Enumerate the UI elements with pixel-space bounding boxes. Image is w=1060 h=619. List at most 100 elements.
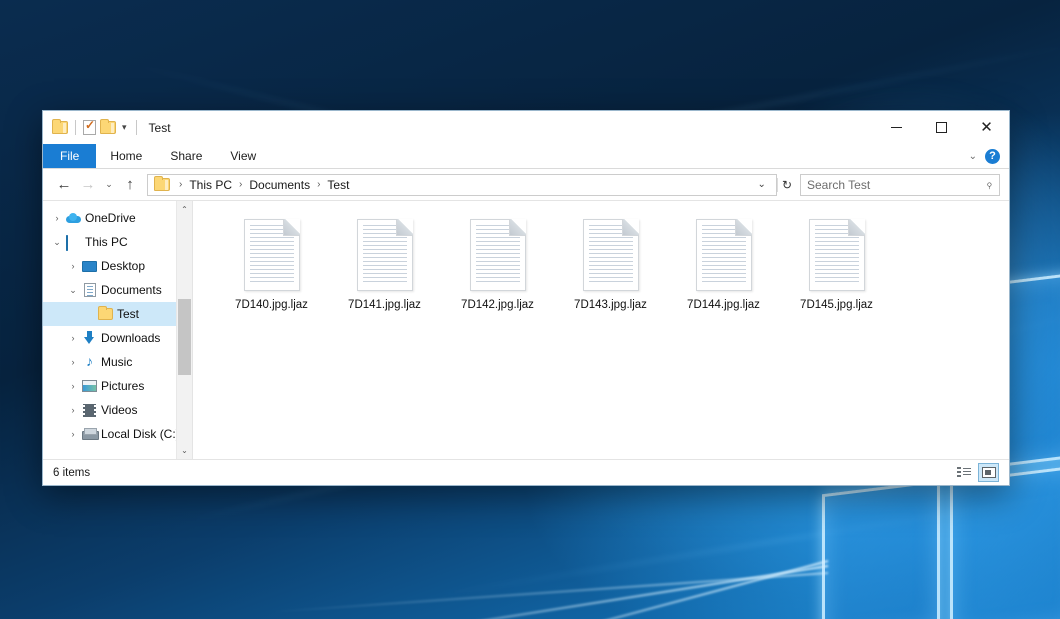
sidebar-item-this-pc[interactable]: ⌄ This PC [43,230,192,254]
generic-file-icon [809,219,865,291]
sidebar-item-pictures[interactable]: › Pictures [43,374,192,398]
window-title: Test [149,121,171,135]
desktop-icon [81,261,98,272]
sidebar-item-downloads[interactable]: ›Downloads [43,326,192,350]
breadcrumb[interactable]: › This PC › Documents › Test ⌄ [147,174,777,196]
documents-icon [81,283,98,297]
sidebar-item-label: Pictures [101,379,144,393]
recent-locations-button[interactable]: ⌄ [100,173,118,197]
windows-logo-pane [822,480,940,619]
downloads-icon [81,331,98,345]
sidebar-item-music[interactable]: ›♪Music [43,350,192,374]
file-item[interactable]: 7D141.jpg.ljaz [328,215,441,337]
properties-icon[interactable] [83,120,96,135]
details-view-icon [957,467,971,478]
breadcrumb-item-test[interactable]: Test [325,178,351,192]
file-name-label: 7D141.jpg.ljaz [348,299,421,311]
folder-icon [97,308,114,320]
folder-icon [154,178,170,191]
minimize-icon [891,127,902,128]
sidebar-item-label: OneDrive [85,211,136,225]
expand-toggle-icon[interactable]: ⌄ [49,238,65,247]
breadcrumb-item-this-pc[interactable]: This PC [187,178,234,192]
search-placeholder: Search Test [807,178,870,192]
sidebar-item-videos[interactable]: ›Videos [43,398,192,422]
ribbon-right-controls: ⌄ ? [969,144,1009,168]
music-icon: ♪ [81,355,98,369]
expand-toggle-icon[interactable]: › [49,214,65,223]
windows-logo-pane [950,465,1060,619]
file-list-pane[interactable]: 7D140.jpg.ljaz 7D141.jpg.ljaz 7D142.jpg.lj… [193,201,1009,459]
new-folder-icon[interactable] [100,121,116,134]
chevron-down-icon[interactable]: ⌄ [752,179,772,190]
search-icon[interactable]: ⌕ [982,177,997,192]
refresh-icon[interactable]: ↻ [777,178,796,192]
chevron-down-icon[interactable]: ▾ [120,123,129,132]
generic-file-icon [583,219,639,291]
sidebar-item-label: This PC [85,235,128,249]
tab-home[interactable]: Home [96,144,156,168]
file-item[interactable]: 7D140.jpg.ljaz [215,215,328,337]
scroll-up-button[interactable]: ⌃ [177,201,193,218]
scrollbar-track[interactable] [177,218,193,442]
desktop: ▾ Test ✕ File Home Share View ⌄ ? ← → [0,0,1060,619]
status-bar: 6 items [43,459,1009,485]
forward-button[interactable]: → [76,173,100,197]
tab-file[interactable]: File [43,144,96,168]
file-item[interactable]: 7D142.jpg.ljaz [441,215,554,337]
sidebar-item-documents[interactable]: ⌄ Documents [43,278,192,302]
file-name-label: 7D140.jpg.ljaz [235,299,308,311]
disk-icon [81,428,98,440]
chevron-down-icon[interactable]: ⌄ [969,151,977,162]
sidebar-item-label: Local Disk (C:) [101,427,180,441]
file-name-label: 7D142.jpg.ljaz [461,299,534,311]
maximize-button[interactable] [919,111,964,144]
pc-icon [65,236,82,248]
breadcrumb-separator: › [234,179,247,190]
pictures-icon [81,380,98,392]
tab-share[interactable]: Share [156,144,216,168]
expand-toggle-icon[interactable]: › [65,334,81,343]
item-count-label: 6 items [53,467,90,479]
sidebar-item-test[interactable]: Test [43,302,192,326]
expand-toggle-icon[interactable]: › [65,430,81,439]
folder-icon[interactable] [52,121,68,134]
file-item[interactable]: 7D145.jpg.ljaz [780,215,893,337]
expand-toggle-icon[interactable]: › [65,382,81,391]
close-button[interactable]: ✕ [964,111,1009,144]
file-item[interactable]: 7D144.jpg.ljaz [667,215,780,337]
divider [75,120,76,135]
breadcrumb-item-documents[interactable]: Documents [247,178,312,192]
maximize-icon [936,122,947,133]
sidebar-item-label: Music [101,355,132,369]
sidebar-item-label: Test [117,307,139,321]
up-button[interactable]: ↑ [118,173,142,197]
expand-toggle-icon[interactable]: › [65,358,81,367]
file-name-label: 7D145.jpg.ljaz [800,299,873,311]
folder-tree: › OneDrive ⌄ This PC ›Desktop ⌄ Documents Test ›… [43,206,192,446]
expand-toggle-icon[interactable]: ⌄ [65,286,81,295]
sidebar-item-local-disk-c[interactable]: › Local Disk (C:) [43,422,192,446]
scroll-down-button[interactable]: ⌄ [177,442,193,459]
sidebar-item-onedrive[interactable]: › OneDrive [43,206,192,230]
minimize-button[interactable] [874,111,919,144]
breadcrumb-tail: ⌄ [752,179,772,190]
sidebar-item-label: Documents [101,283,162,297]
nav-pane-scrollbar[interactable]: ⌃ ⌄ [176,201,192,459]
details-view-button[interactable] [953,463,974,482]
large-icons-view-icon [982,467,996,478]
large-icons-view-button[interactable] [978,463,999,482]
scrollbar-thumb[interactable] [178,299,191,375]
close-icon: ✕ [980,120,993,135]
cloud-icon [65,213,82,223]
videos-icon [81,404,98,417]
expand-toggle-icon[interactable]: › [65,406,81,415]
expand-toggle-icon[interactable]: › [65,262,81,271]
help-icon[interactable]: ? [985,149,1000,164]
sidebar-item-desktop[interactable]: ›Desktop [43,254,192,278]
search-input[interactable]: Search Test ⌕ [800,174,1000,196]
back-button[interactable]: ← [52,173,76,197]
file-item[interactable]: 7D143.jpg.ljaz [554,215,667,337]
generic-file-icon [470,219,526,291]
tab-view[interactable]: View [216,144,270,168]
